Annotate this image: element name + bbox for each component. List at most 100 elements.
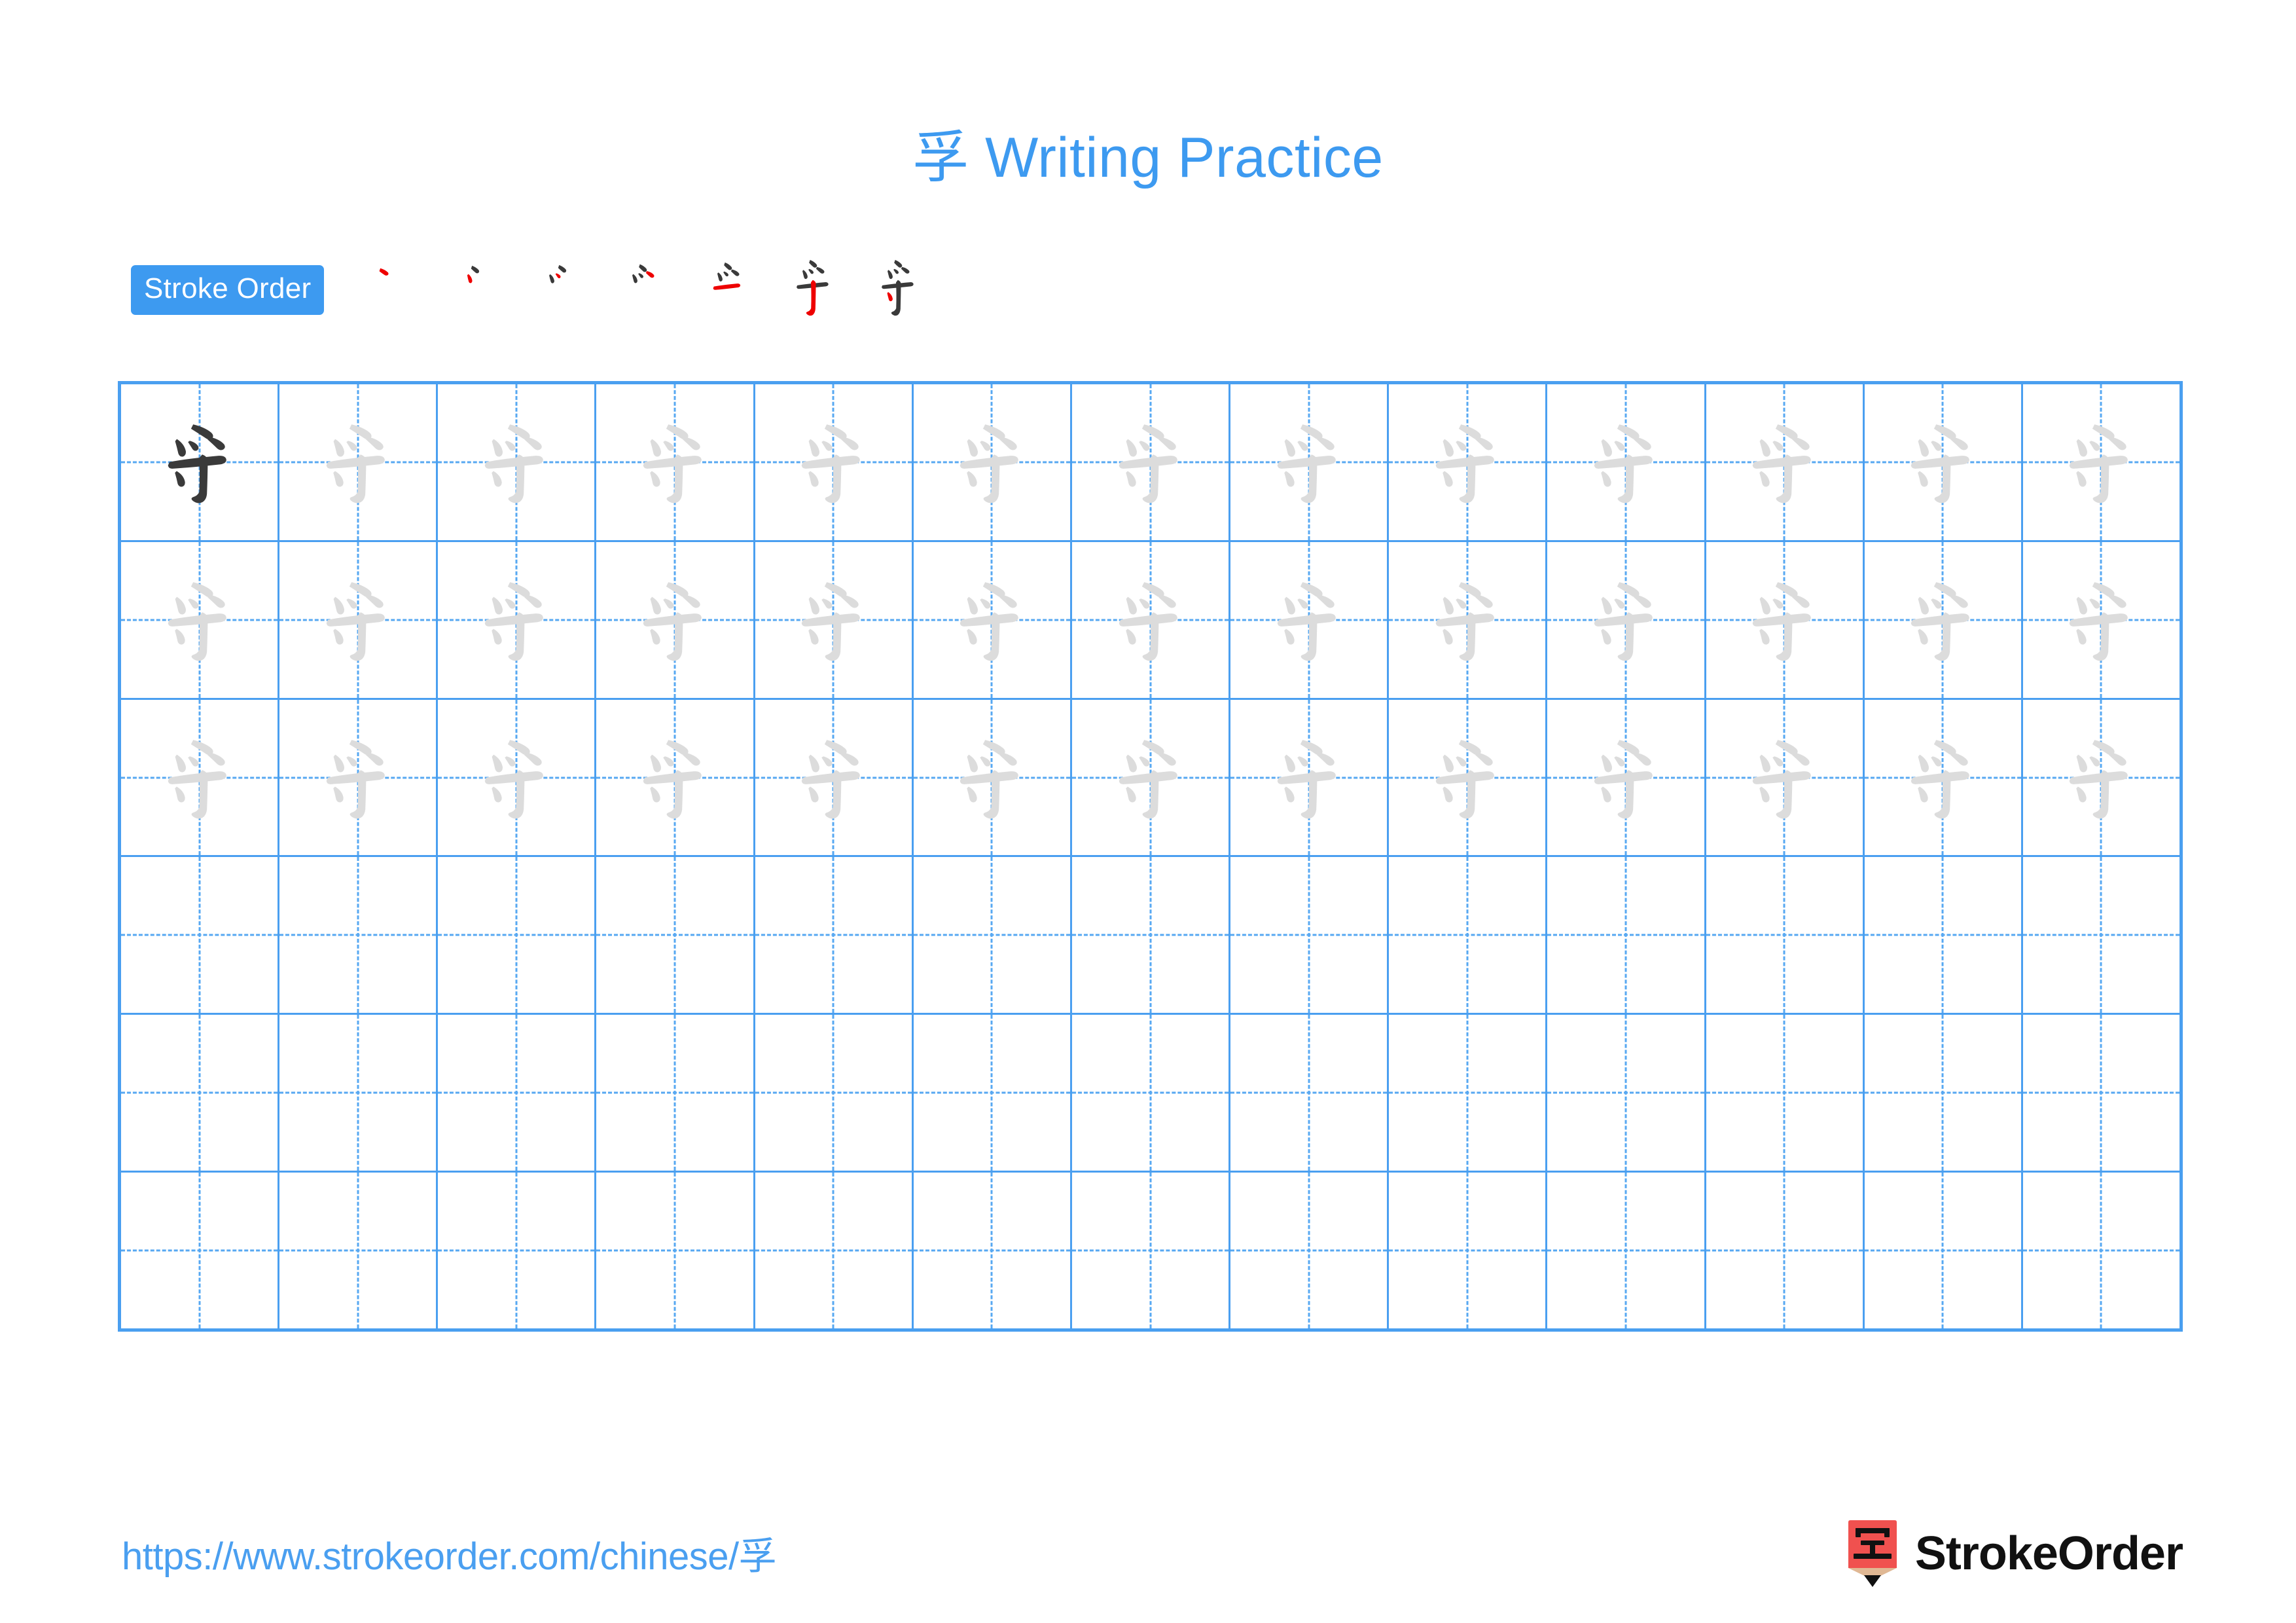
- grid-cell-empty[interactable]: [1230, 1015, 1390, 1171]
- grid-cell-trace[interactable]: [1865, 699, 2023, 856]
- grid-cell-trace[interactable]: [1865, 384, 2023, 540]
- grid-cell-empty[interactable]: [1706, 1015, 1865, 1171]
- grid-cell-empty[interactable]: [1389, 857, 1548, 1013]
- grid-cell-empty[interactable]: [755, 1015, 914, 1171]
- grid-cell-trace[interactable]: [1230, 541, 1390, 698]
- grid-cell-trace[interactable]: [755, 541, 914, 698]
- grid-cell-empty[interactable]: [596, 857, 755, 1013]
- grid-cell-empty[interactable]: [1865, 1173, 2023, 1328]
- grid-cell-trace[interactable]: [2023, 384, 2179, 540]
- grid-cell-trace[interactable]: [1706, 384, 1865, 540]
- grid-cell-trace[interactable]: [755, 384, 914, 540]
- grid-cell-trace[interactable]: [1706, 699, 1865, 856]
- character-glyph-trace: [1706, 384, 1863, 540]
- character-glyph-model: [121, 384, 278, 540]
- character-glyph-trace: [1230, 700, 1387, 856]
- grid-cell-trace[interactable]: [279, 699, 439, 856]
- stroke-step-4: [611, 247, 696, 333]
- grid-cell-trace[interactable]: [1389, 699, 1548, 856]
- grid-cell-empty[interactable]: [1230, 1173, 1390, 1328]
- grid-cell-trace[interactable]: [755, 699, 914, 856]
- grid-cell-empty[interactable]: [596, 1173, 755, 1328]
- footer-url-character: 孚: [738, 1534, 777, 1578]
- grid-cell-empty[interactable]: [1547, 1015, 1706, 1171]
- footer-url[interactable]: https://www.strokeorder.com/chinese/孚: [122, 1525, 777, 1580]
- grid-cell-empty[interactable]: [279, 857, 439, 1013]
- grid-cell-trace[interactable]: [438, 699, 597, 856]
- grid-cell-empty[interactable]: [2023, 857, 2179, 1013]
- grid-cell-empty[interactable]: [279, 1015, 439, 1171]
- grid-cell-empty[interactable]: [1072, 1015, 1231, 1171]
- character-glyph-trace: [1547, 700, 1704, 856]
- grid-cell-trace[interactable]: [596, 541, 755, 698]
- grid-cell-trace[interactable]: [1230, 384, 1390, 540]
- grid-cell-trace[interactable]: [1072, 699, 1231, 856]
- grid-cell-trace[interactable]: [121, 699, 280, 856]
- grid-cell-trace[interactable]: [2023, 700, 2179, 856]
- grid-cell-empty[interactable]: [1230, 857, 1390, 1013]
- grid-row-3: [121, 699, 2179, 858]
- brand-logo[interactable]: StrokeOrder: [1844, 1518, 2183, 1590]
- grid-cell-empty[interactable]: [1389, 1015, 1548, 1171]
- grid-cell-trace[interactable]: [2023, 542, 2179, 698]
- character-glyph-trace: [914, 384, 1070, 540]
- grid-cell-trace[interactable]: [1865, 541, 2023, 698]
- grid-cell-trace[interactable]: [438, 541, 597, 698]
- grid-cell-empty[interactable]: [914, 1173, 1072, 1328]
- grid-row-5: [121, 1015, 2179, 1173]
- grid-row-4: [121, 857, 2179, 1015]
- grid-cell-trace[interactable]: [1547, 541, 1706, 698]
- grid-cell-trace[interactable]: [914, 384, 1072, 540]
- grid-cell-empty[interactable]: [438, 1015, 597, 1171]
- grid-cell-empty[interactable]: [438, 1173, 597, 1328]
- grid-cell-empty[interactable]: [1072, 1173, 1231, 1328]
- grid-cell-model[interactable]: [121, 384, 280, 540]
- grid-cell-empty[interactable]: [2023, 1015, 2179, 1171]
- grid-cell-empty[interactable]: [121, 1173, 280, 1328]
- grid-cell-trace[interactable]: [279, 384, 439, 540]
- stroke-step-6: [781, 247, 866, 333]
- character-glyph-trace: [1865, 542, 2021, 698]
- grid-cell-trace[interactable]: [1072, 541, 1231, 698]
- grid-cell-empty[interactable]: [121, 1015, 280, 1171]
- grid-cell-trace[interactable]: [596, 384, 755, 540]
- grid-cell-trace[interactable]: [1389, 384, 1548, 540]
- grid-cell-trace[interactable]: [438, 384, 597, 540]
- grid-cell-trace[interactable]: [1072, 384, 1231, 540]
- character-glyph-trace: [438, 384, 594, 540]
- grid-cell-trace[interactable]: [1706, 541, 1865, 698]
- grid-cell-empty[interactable]: [1706, 1173, 1865, 1328]
- grid-cell-empty[interactable]: [1547, 1173, 1706, 1328]
- grid-cell-empty[interactable]: [438, 857, 597, 1013]
- character-glyph-trace: [1547, 384, 1704, 540]
- grid-cell-trace[interactable]: [121, 541, 280, 698]
- stroke-step-7: [866, 247, 951, 333]
- grid-cell-empty[interactable]: [279, 1173, 439, 1328]
- grid-cell-empty[interactable]: [1865, 857, 2023, 1013]
- grid-cell-trace[interactable]: [596, 699, 755, 856]
- stroke-step-1: [355, 247, 440, 333]
- grid-cell-empty[interactable]: [755, 1173, 914, 1328]
- grid-row-2: [121, 541, 2179, 700]
- page-title-character: 孚: [912, 125, 969, 191]
- page-title: 孚 Writing Practice: [0, 111, 2296, 193]
- grid-cell-empty[interactable]: [596, 1015, 755, 1171]
- grid-cell-empty[interactable]: [1706, 857, 1865, 1013]
- grid-cell-trace[interactable]: [1547, 699, 1706, 856]
- grid-cell-empty[interactable]: [914, 1015, 1072, 1171]
- grid-cell-empty[interactable]: [1072, 857, 1231, 1013]
- grid-cell-empty[interactable]: [914, 857, 1072, 1013]
- grid-cell-trace[interactable]: [279, 541, 439, 698]
- grid-cell-trace[interactable]: [1547, 384, 1706, 540]
- grid-cell-trace[interactable]: [1230, 699, 1390, 856]
- grid-cell-trace[interactable]: [914, 541, 1072, 698]
- grid-cell-empty[interactable]: [1389, 1173, 1548, 1328]
- grid-cell-empty[interactable]: [121, 857, 280, 1013]
- grid-cell-trace[interactable]: [914, 699, 1072, 856]
- character-glyph-trace: [1072, 700, 1229, 856]
- grid-cell-empty[interactable]: [1865, 1015, 2023, 1171]
- grid-cell-trace[interactable]: [1389, 541, 1548, 698]
- grid-cell-empty[interactable]: [1547, 857, 1706, 1013]
- grid-cell-empty[interactable]: [755, 857, 914, 1013]
- grid-cell-empty[interactable]: [2023, 1173, 2179, 1328]
